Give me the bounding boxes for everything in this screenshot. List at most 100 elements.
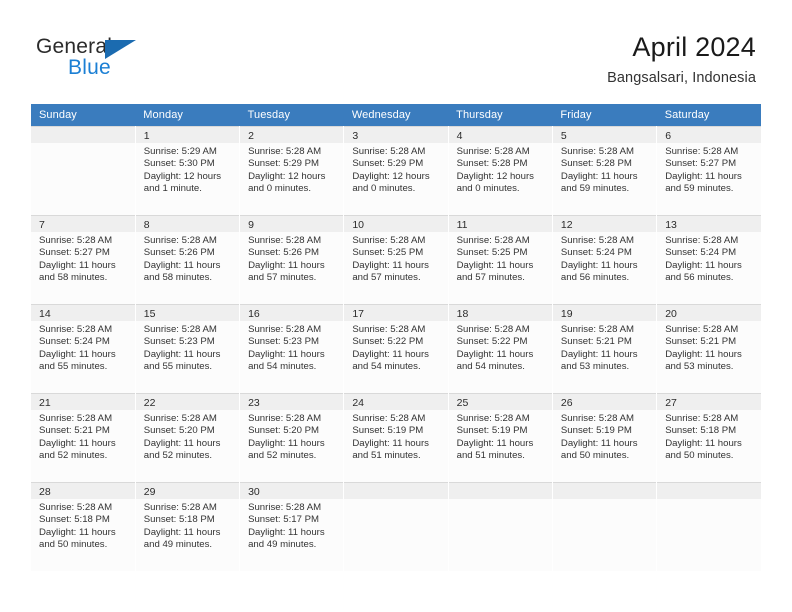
day-number xyxy=(31,126,135,143)
day-cell-inner: 15 Sunrise: 5:28 AM Sunset: 5:23 PM Dayligh… xyxy=(135,304,240,393)
calendar-day-cell[interactable]: 21 Sunrise: 5:28 AM Sunset: 5:21 PM Dayligh… xyxy=(31,393,136,482)
daylight-text: Daylight: 12 hours and 1 minute. xyxy=(143,170,222,195)
day-number: 18 xyxy=(448,304,552,321)
calendar-day-cell[interactable]: 15 Sunrise: 5:28 AM Sunset: 5:23 PM Dayligh… xyxy=(135,304,241,393)
day-cell-inner: 23 Sunrise: 5:28 AM Sunset: 5:20 PM Dayligh… xyxy=(240,393,344,482)
calendar-day-cell[interactable]: 22 Sunrise: 5:28 AM Sunset: 5:20 PM Dayligh… xyxy=(135,393,241,482)
daylight-text: Daylight: 11 hours and 55 minutes. xyxy=(39,348,116,373)
daylight-text: Daylight: 12 hours and 0 minutes. xyxy=(456,170,534,195)
sunrise-text: Sunrise: 5:28 AM xyxy=(456,413,530,424)
calendar-day-cell[interactable]: 23 Sunrise: 5:28 AM Sunset: 5:20 PM Dayligh… xyxy=(239,393,345,482)
calendar-day-cell[interactable]: 12 Sunrise: 5:28 AM Sunset: 5:24 PM Dayligh… xyxy=(552,215,658,304)
sunrise-text: Sunrise: 5:28 AM xyxy=(39,235,113,246)
sunset-text: Sunset: 5:29 PM xyxy=(248,158,319,170)
sunrise-text: Sunrise: 5:28 AM xyxy=(665,235,739,246)
calendar-day-cell[interactable]: 24 Sunrise: 5:28 AM Sunset: 5:19 PM Dayligh… xyxy=(343,393,449,482)
day-number: 5 xyxy=(552,126,657,143)
day-number: 26 xyxy=(552,393,657,410)
sunset-text: Sunset: 5:25 PM xyxy=(352,247,424,259)
calendar-day-cell[interactable]: 7 Sunrise: 5:28 AM Sunset: 5:27 PM Daylight… xyxy=(31,215,136,304)
day-number: 9 xyxy=(240,215,344,232)
day-cell-inner: 5 Sunrise: 5:28 AM Sunset: 5:28 PM Daylight… xyxy=(552,126,657,215)
calendar-day-cell[interactable]: 5 Sunrise: 5:28 AM Sunset: 5:28 PM Daylight… xyxy=(552,126,658,215)
day-cell-inner: 1 Sunrise: 5:29 AM Sunset: 5:30 PM Daylight… xyxy=(135,126,240,215)
calendar-day-cell[interactable]: 27 Sunrise: 5:28 AM Sunset: 5:18 PM Dayligh… xyxy=(656,393,761,482)
day-number xyxy=(344,482,448,499)
calendar-day-cell[interactable]: 17 Sunrise: 5:28 AM Sunset: 5:22 PM Dayligh… xyxy=(343,304,449,393)
day-sun-info: Sunrise: 5:28 AM Sunset: 5:27 PM Daylight:… xyxy=(31,232,135,285)
day-number: 27 xyxy=(657,393,761,410)
sunrise-text: Sunrise: 5:28 AM xyxy=(560,235,634,246)
calendar-day-cell[interactable]: 1 Sunrise: 5:29 AM Sunset: 5:30 PM Daylight… xyxy=(135,126,241,215)
sunrise-text: Sunrise: 5:28 AM xyxy=(39,502,113,513)
page-header: General Blue April 2024 Bangsalsari, Ind… xyxy=(0,0,792,104)
day-cell-inner: 6 Sunrise: 5:28 AM Sunset: 5:27 PM Daylight… xyxy=(657,126,761,215)
page-subtitle: Bangsalsari, Indonesia xyxy=(607,70,756,86)
calendar-day-cell[interactable]: 18 Sunrise: 5:28 AM Sunset: 5:22 PM Dayligh… xyxy=(448,304,553,393)
day-cell-inner: 16 Sunrise: 5:28 AM Sunset: 5:23 PM Dayligh… xyxy=(240,304,344,393)
calendar-day-cell[interactable]: 8 Sunrise: 5:28 AM Sunset: 5:26 PM Daylight… xyxy=(135,215,241,304)
sunrise-text: Sunrise: 5:28 AM xyxy=(39,324,113,335)
calendar-day-cell[interactable]: 10 Sunrise: 5:28 AM Sunset: 5:25 PM Dayligh… xyxy=(343,215,449,304)
day-cell-inner: 12 Sunrise: 5:28 AM Sunset: 5:24 PM Dayligh… xyxy=(552,215,657,304)
calendar-day-cell[interactable]: 13 Sunrise: 5:28 AM Sunset: 5:24 PM Dayligh… xyxy=(656,215,761,304)
daylight-text: Daylight: 11 hours and 57 minutes. xyxy=(248,259,325,284)
calendar-day-cell[interactable]: 26 Sunrise: 5:28 AM Sunset: 5:19 PM Dayligh… xyxy=(552,393,658,482)
sunset-text: Sunset: 5:25 PM xyxy=(456,247,528,259)
sunset-text: Sunset: 5:24 PM xyxy=(665,247,737,259)
day-sun-info: Sunrise: 5:28 AM Sunset: 5:23 PM Daylight:… xyxy=(240,321,343,374)
calendar-day-cell[interactable]: 9 Sunrise: 5:28 AM Sunset: 5:26 PM Daylight… xyxy=(239,215,345,304)
daylight-text: Daylight: 11 hours and 53 minutes. xyxy=(560,348,638,373)
sunrise-text: Sunrise: 5:28 AM xyxy=(143,324,217,335)
weekday-header-thursday: Thursday xyxy=(448,104,553,126)
sunset-text: Sunset: 5:27 PM xyxy=(665,158,737,170)
calendar-week-row: 7 Sunrise: 5:28 AM Sunset: 5:27 PM Daylight… xyxy=(31,215,761,304)
calendar-day-cell[interactable]: 19 Sunrise: 5:28 AM Sunset: 5:21 PM Dayligh… xyxy=(552,304,658,393)
weekday-header-sunday: Sunday xyxy=(31,104,136,126)
day-sun-info: Sunrise: 5:28 AM Sunset: 5:20 PM Daylight:… xyxy=(136,410,239,463)
calendar-day-cell[interactable]: 20 Sunrise: 5:28 AM Sunset: 5:21 PM Dayligh… xyxy=(656,304,761,393)
day-number: 20 xyxy=(657,304,761,321)
calendar-day-cell[interactable]: 28 Sunrise: 5:28 AM Sunset: 5:18 PM Dayligh… xyxy=(31,482,136,571)
sunrise-text: Sunrise: 5:28 AM xyxy=(352,413,426,424)
title-block: April 2024 Bangsalsari, Indonesia xyxy=(607,31,756,88)
day-sun-info: Sunrise: 5:28 AM Sunset: 5:29 PM Daylight:… xyxy=(240,143,343,196)
sunset-text: Sunset: 5:21 PM xyxy=(39,425,110,437)
day-cell-inner: 11 Sunrise: 5:28 AM Sunset: 5:25 PM Dayligh… xyxy=(448,215,552,304)
sunset-text: Sunset: 5:30 PM xyxy=(143,158,215,170)
day-number: 10 xyxy=(344,215,448,232)
daylight-text: Daylight: 11 hours and 51 minutes. xyxy=(352,437,429,462)
daylight-text: Daylight: 11 hours and 50 minutes. xyxy=(560,437,638,462)
day-cell-inner: 4 Sunrise: 5:28 AM Sunset: 5:28 PM Daylight… xyxy=(448,126,552,215)
calendar-day-cell[interactable]: 16 Sunrise: 5:28 AM Sunset: 5:23 PM Dayligh… xyxy=(239,304,345,393)
sunrise-text: Sunrise: 5:28 AM xyxy=(248,502,322,513)
calendar-day-cell[interactable]: 6 Sunrise: 5:28 AM Sunset: 5:27 PM Daylight… xyxy=(656,126,761,215)
sunrise-text: Sunrise: 5:28 AM xyxy=(143,235,217,246)
calendar-day-cell[interactable]: 30 Sunrise: 5:28 AM Sunset: 5:17 PM Dayligh… xyxy=(239,482,345,571)
sunset-text: Sunset: 5:29 PM xyxy=(352,158,424,170)
calendar-day-cell[interactable]: 25 Sunrise: 5:28 AM Sunset: 5:19 PM Dayligh… xyxy=(448,393,553,482)
day-sun-info: Sunrise: 5:28 AM Sunset: 5:19 PM Daylight:… xyxy=(553,410,656,463)
calendar-day-cell[interactable]: 11 Sunrise: 5:28 AM Sunset: 5:25 PM Dayligh… xyxy=(448,215,553,304)
calendar-day-cell[interactable]: 14 Sunrise: 5:28 AM Sunset: 5:24 PM Dayligh… xyxy=(31,304,136,393)
sunrise-text: Sunrise: 5:28 AM xyxy=(143,413,217,424)
day-sun-info: Sunrise: 5:28 AM Sunset: 5:28 PM Daylight:… xyxy=(449,143,552,196)
day-number: 3 xyxy=(344,126,448,143)
day-cell-inner: 19 Sunrise: 5:28 AM Sunset: 5:21 PM Dayligh… xyxy=(552,304,657,393)
day-number: 23 xyxy=(240,393,344,410)
day-number: 1 xyxy=(135,126,240,143)
sunrise-text: Sunrise: 5:28 AM xyxy=(560,324,634,335)
day-number: 4 xyxy=(448,126,552,143)
calendar-day-cell[interactable]: 2 Sunrise: 5:28 AM Sunset: 5:29 PM Daylight… xyxy=(239,126,345,215)
sunset-text: Sunset: 5:21 PM xyxy=(665,336,737,348)
day-sun-info: Sunrise: 5:28 AM Sunset: 5:27 PM Daylight:… xyxy=(657,143,761,196)
day-number: 11 xyxy=(448,215,552,232)
calendar-day-cell[interactable]: 3 Sunrise: 5:28 AM Sunset: 5:29 PM Daylight… xyxy=(343,126,449,215)
calendar-day-cell[interactable]: 4 Sunrise: 5:28 AM Sunset: 5:28 PM Daylight… xyxy=(448,126,553,215)
day-number: 24 xyxy=(344,393,448,410)
calendar-day-cell[interactable]: 29 Sunrise: 5:28 AM Sunset: 5:18 PM Dayligh… xyxy=(135,482,241,571)
sunrise-text: Sunrise: 5:28 AM xyxy=(248,324,322,335)
brand-logo[interactable]: General Blue xyxy=(36,36,206,84)
sunrise-text: Sunrise: 5:28 AM xyxy=(665,413,739,424)
sunset-text: Sunset: 5:23 PM xyxy=(143,336,215,348)
